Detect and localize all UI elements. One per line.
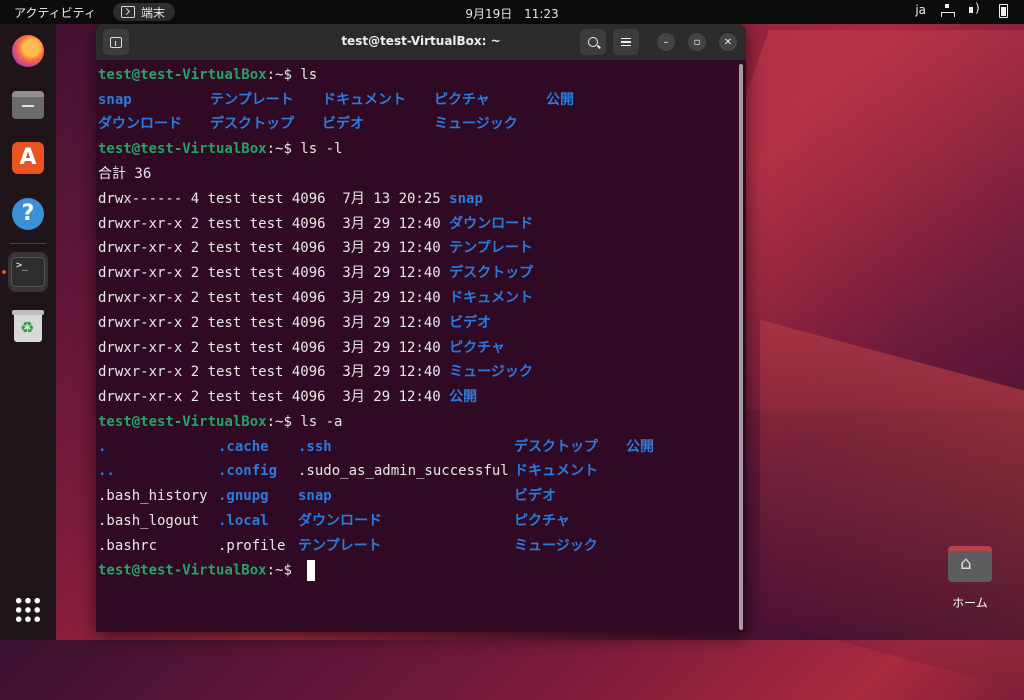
menu-button[interactable] (613, 29, 639, 55)
trash-icon (12, 310, 44, 342)
dock-separator (10, 243, 46, 244)
ls-a-row: .bash_history .gnupg snap ビデオ (98, 488, 556, 504)
search-icon (588, 37, 598, 47)
total-line: 合計 36 (98, 166, 152, 182)
desktop-home-folder[interactable]: ホーム (944, 546, 996, 611)
window-header[interactable]: test@test-VirtualBox: ~ – ▫ ✕ (96, 24, 746, 60)
maximize-button[interactable]: ▫ (688, 33, 706, 51)
terminal-window: test@test-VirtualBox: ~ – ▫ ✕ test@test-… (96, 24, 746, 632)
minimize-button[interactable]: – (657, 33, 675, 51)
app-center-icon: A (12, 142, 44, 174)
maximize-icon: ▫ (693, 36, 701, 48)
home-folder-label: ホーム (952, 596, 988, 610)
time-label: 11:23 (524, 7, 559, 21)
dock-item-firefox[interactable] (8, 31, 48, 71)
show-apps-icon[interactable] (14, 596, 42, 624)
dock-item-help[interactable]: ? (8, 194, 48, 234)
ls-a-row: .bash_logout .local ダウンロード ピクチャ (98, 513, 570, 529)
prompt-line: test@test-VirtualBox:~$ (98, 560, 316, 581)
terminal-icon: >_ (11, 257, 45, 287)
prompt-line: test@test-VirtualBox:~$ ls -a (98, 414, 343, 430)
ls-l-row: drwxr-xr-x 2 test test 4096 3月 29 12:40 … (98, 290, 534, 306)
system-tray[interactable]: ja (915, 1, 1010, 18)
prompt-line: test@test-VirtualBox:~$ ls (98, 67, 318, 83)
ls-l-row: drwxr-xr-x 2 test test 4096 3月 29 12:40 … (98, 216, 534, 232)
ls-output-row: ダウンロード デスクトップ ビデオ ミュージック (98, 116, 518, 132)
minimize-icon: – (663, 36, 669, 48)
clock[interactable]: 9月19日 11:23 (0, 5, 1024, 22)
ls-l-row: drwxr-xr-x 2 test test 4096 3月 29 12:40 … (98, 340, 506, 356)
ls-a-row: .. .config .sudo_as_admin_successful ドキュ… (98, 463, 598, 479)
ls-a-row: .bashrc .profile テンプレート ミュージック (98, 538, 598, 554)
ls-l-row: drwxr-xr-x 2 test test 4096 3月 29 12:40 … (98, 315, 492, 331)
date-label: 9月19日 (465, 7, 513, 21)
top-bar: アクティビティ 端末 9月19日 11:23 ja (0, 0, 1024, 24)
dock-item-files[interactable] (8, 85, 48, 125)
hamburger-menu-icon (621, 38, 631, 46)
scrollbar[interactable] (738, 64, 744, 630)
dock: A ? >_ (0, 24, 56, 640)
network-icon[interactable] (940, 3, 955, 17)
close-icon: ✕ (723, 36, 733, 48)
running-indicator (2, 270, 6, 274)
dock-item-terminal[interactable]: >_ (8, 252, 48, 292)
input-method-indicator[interactable]: ja (915, 3, 926, 17)
battery-icon[interactable] (996, 3, 1010, 18)
volume-icon[interactable] (968, 1, 982, 17)
dock-item-app-center[interactable]: A (8, 138, 48, 178)
ls-a-row: . .cache .ssh デスクトップ 公開 (98, 439, 654, 455)
window-title: test@test-VirtualBox: ~ (341, 34, 501, 48)
scrollbar-thumb[interactable] (739, 64, 743, 630)
close-button[interactable]: ✕ (719, 33, 737, 51)
prompt-line: test@test-VirtualBox:~$ ls -l (98, 141, 343, 157)
terminal-output[interactable]: test@test-VirtualBox:~$ ls snap テンプレート ド… (98, 64, 738, 629)
ls-l-row: drwx------ 4 test test 4096 7月 13 20:25 … (98, 191, 483, 207)
firefox-icon (12, 35, 44, 67)
ls-l-row: drwxr-xr-x 2 test test 4096 3月 29 12:40 … (98, 265, 534, 281)
ls-output-row: snap テンプレート ドキュメント ピクチャ 公開 (98, 92, 574, 108)
files-icon (12, 91, 44, 119)
ls-l-row: drwxr-xr-x 2 test test 4096 3月 29 12:40 … (98, 389, 478, 405)
ls-l-row: drwxr-xr-x 2 test test 4096 3月 29 12:40 … (98, 364, 533, 380)
help-icon: ? (12, 198, 44, 230)
home-folder-icon (948, 546, 992, 582)
search-button[interactable] (580, 29, 606, 55)
text-cursor (307, 560, 316, 581)
ls-l-row: drwxr-xr-x 2 test test 4096 3月 29 12:40 … (98, 240, 533, 256)
dock-item-trash[interactable] (8, 306, 48, 346)
